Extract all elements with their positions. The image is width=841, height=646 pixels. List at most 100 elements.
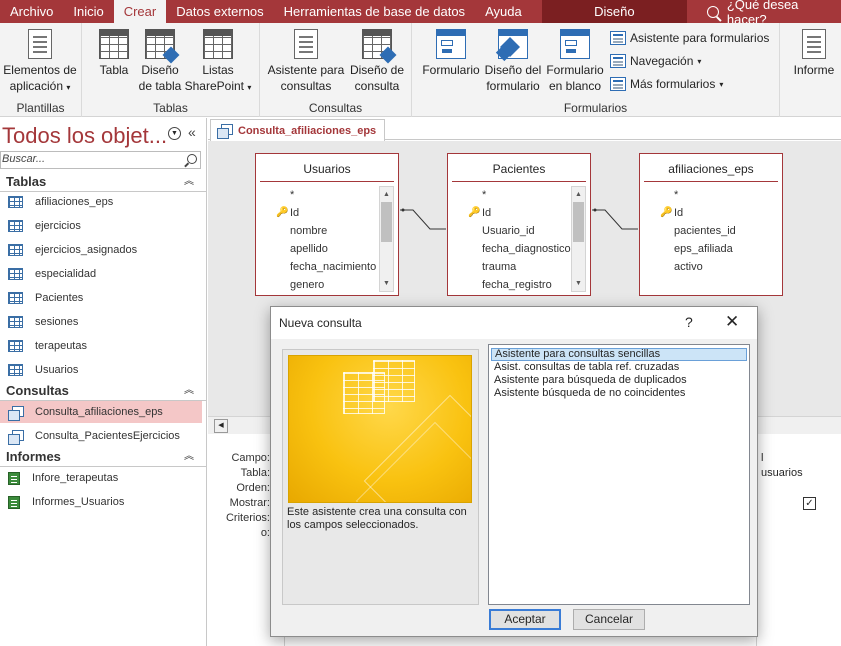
tab-herramientas[interactable]: Herramientas de base de datos [274, 0, 475, 23]
help-icon[interactable]: ? [685, 314, 693, 330]
table-icon [8, 196, 23, 208]
group-label-plantillas: Plantillas [16, 101, 65, 115]
ribbon: Elementos de aplicación ▾ Plantillas Tab… [0, 23, 841, 117]
nav-item-label: ejercicios [35, 220, 81, 232]
join-endpoint [401, 208, 405, 212]
form-design-label-1: Diseño del [484, 63, 542, 77]
nav-item-label: Infore_terapeutas [32, 472, 119, 484]
report-icon [8, 471, 20, 485]
lightbulb-search-icon [706, 5, 719, 18]
blank-form-button[interactable]: Formulario en blanco [544, 29, 606, 94]
report-label: Informe [793, 63, 835, 77]
nav-item-table[interactable]: afiliaciones_eps [0, 191, 202, 213]
document-tab-strip: Consulta_afiliaciones_eps [208, 118, 841, 141]
wizard-option-simple[interactable]: Asistente para consultas sencillas [491, 348, 747, 361]
wizard-preview-image [288, 355, 472, 503]
table-icon [8, 364, 23, 376]
query-wizard-button[interactable]: Asistente para consultas [266, 29, 346, 94]
tab-inicio[interactable]: Inicio [63, 0, 113, 23]
form-button[interactable]: Formulario [420, 29, 482, 78]
wizard-option-crosstab[interactable]: Asist. consultas de tabla ref. cruzadas [491, 361, 747, 374]
query-design-button[interactable]: Diseño de consulta [346, 29, 408, 94]
nav-section-informes[interactable]: Informes ︽ [0, 447, 206, 467]
table-icon [8, 244, 23, 256]
grid-graphic-icon [373, 360, 415, 402]
navigation-button[interactable]: Navegación ▾ [610, 54, 701, 68]
nav-item-table[interactable]: terapeutas [0, 335, 202, 357]
nav-item-table[interactable]: Usuarios [0, 359, 202, 381]
blank-form-label-1: Formulario [546, 63, 604, 77]
table-icon [8, 220, 23, 232]
grid-column-usuarios[interactable]: l usuarios ✓ [756, 436, 841, 646]
nav-item-label: Consulta_afiliaciones_eps [35, 406, 163, 418]
nav-item-table[interactable]: Pacientes [0, 287, 202, 309]
nav-item-label: Consulta_PacientesEjercicios [35, 430, 180, 442]
join-endpoint [593, 208, 597, 212]
form-wizard-button[interactable]: Asistente para formularios [610, 31, 769, 45]
form-label: Formulario [422, 63, 480, 77]
grid-cell-tabla[interactable]: usuarios [761, 467, 803, 479]
form-design-button[interactable]: Diseño del formulario [484, 29, 542, 94]
ok-button[interactable]: Aceptar [489, 609, 561, 630]
sharepoint-lists-button[interactable]: Listas SharePoint ▾ [182, 29, 254, 96]
query-wizard-label-2: consultas [280, 79, 332, 93]
nav-item-label: ejercicios_asignados [35, 244, 138, 256]
group-label-tablas: Tablas [153, 101, 188, 115]
more-forms-button[interactable]: Más formularios ▾ [610, 77, 723, 91]
scroll-left-icon[interactable]: ◀ [214, 419, 228, 433]
nav-item-label: sesiones [35, 316, 79, 328]
nav-item-table[interactable]: sesiones [0, 311, 202, 333]
grid-cell-campo[interactable]: l [761, 452, 763, 464]
report-icon [8, 495, 20, 509]
wizard-list[interactable]: Asistente para consultas sencillas Asist… [488, 344, 750, 605]
tab-crear[interactable]: Crear [113, 0, 167, 23]
table-design-icon [145, 29, 175, 59]
grid-label-tabla: Tabla: [240, 467, 270, 479]
query-icon [217, 124, 233, 139]
table-design-button[interactable]: Diseño de tabla [138, 29, 182, 94]
tab-datos-externos[interactable]: Datos externos [166, 0, 273, 23]
document-tab-query[interactable]: Consulta_afiliaciones_eps [210, 119, 385, 141]
tab-archivo[interactable]: Archivo [0, 0, 63, 23]
nav-item-table[interactable]: ejercicios [0, 215, 202, 237]
nav-item-table[interactable]: ejercicios_asignados [0, 239, 202, 261]
more-forms-label: Más formularios [630, 77, 716, 91]
report-button[interactable]: Informe [788, 29, 840, 78]
nav-pane-title[interactable]: Todos los objet... [2, 123, 167, 149]
nav-item-query[interactable]: Consulta_PacientesEjercicios [0, 425, 202, 447]
wizard-description: Este asistente crea una consulta con los… [287, 506, 467, 531]
nav-item-table[interactable]: especialidad [0, 263, 202, 285]
close-icon[interactable]: ✕ [725, 312, 739, 332]
table-icon [99, 29, 129, 59]
tab-ayuda[interactable]: Ayuda [475, 0, 532, 23]
nav-item-query-selected[interactable]: Consulta_afiliaciones_eps [0, 401, 202, 423]
collapse-chevron-icon: ︽ [184, 385, 194, 396]
wizard-option-unmatched[interactable]: Asistente búsqueda de no coincidentes [491, 387, 747, 400]
cancel-button[interactable]: Cancelar [573, 609, 645, 630]
search-icon[interactable] [187, 154, 197, 164]
shutter-bar-collapse-icon[interactable]: « [188, 124, 196, 140]
tell-me-box[interactable]: ¿Qué desea hacer? [706, 0, 841, 27]
app-parts-button[interactable]: Elementos de aplicación ▾ [2, 29, 78, 96]
table-button[interactable]: Tabla [94, 29, 134, 78]
table-design-label-1: Diseño [141, 63, 179, 77]
group-tablas: Tabla Diseño de tabla Listas SharePoint … [82, 23, 260, 117]
tab-diseno[interactable]: Diseño [541, 0, 687, 23]
sharepoint-label-2: SharePoint [184, 79, 244, 93]
query-design-label-2: consulta [354, 79, 400, 93]
nav-item-label: Usuarios [35, 364, 79, 376]
nav-item-label: terapeutas [35, 340, 87, 352]
nav-search-input[interactable]: Buscar... [0, 151, 201, 169]
nav-section-tablas[interactable]: Tablas ︽ [0, 172, 206, 192]
nav-item-report[interactable]: Informes_Usuarios [0, 491, 202, 513]
nav-menu-chevron-icon[interactable]: ▼ [168, 127, 181, 140]
query-icon [8, 405, 24, 421]
app-parts-label-1: Elementos de [3, 63, 77, 77]
nav-section-consultas[interactable]: Consultas ︽ [0, 381, 206, 401]
show-checkbox[interactable]: ✓ [803, 497, 816, 510]
nav-item-report[interactable]: Infore_terapeutas [0, 467, 202, 489]
nav-item-label: Informes_Usuarios [32, 496, 125, 508]
form-wizard-label: Asistente para formularios [630, 31, 770, 45]
wizard-option-duplicates[interactable]: Asistente para búsqueda de duplicados [491, 374, 747, 387]
wizard-preview-frame: Este asistente crea una consulta con los… [282, 349, 479, 605]
